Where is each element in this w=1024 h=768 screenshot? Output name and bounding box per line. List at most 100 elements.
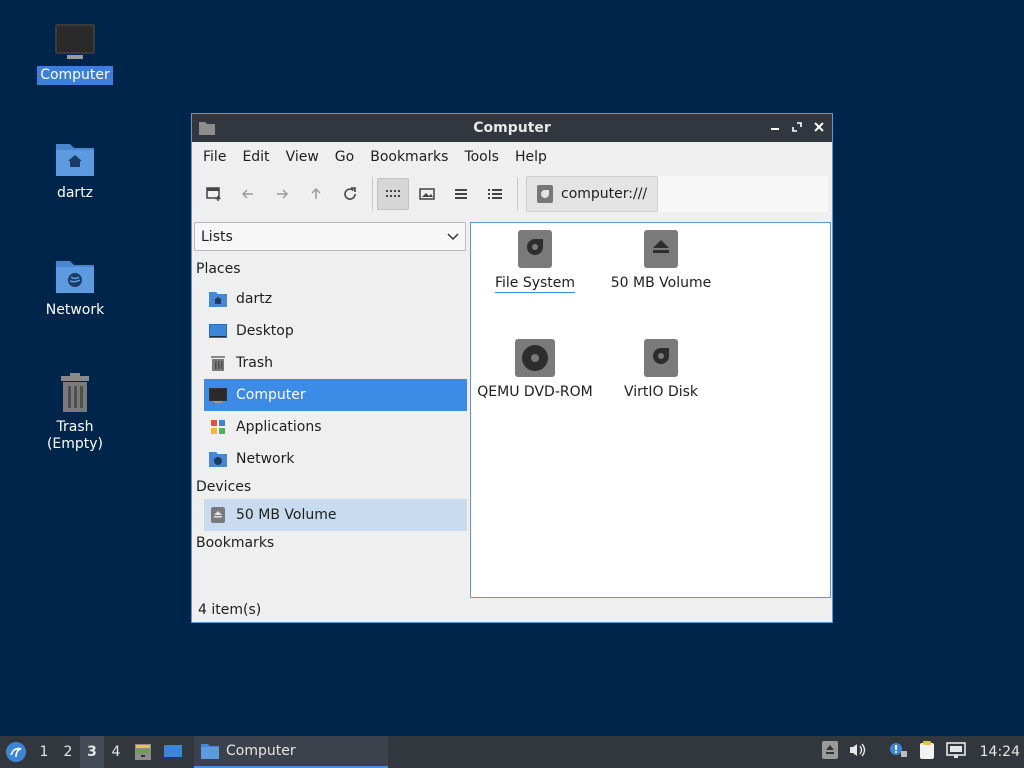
volume-icon[interactable]	[848, 742, 866, 762]
menu-view[interactable]: View	[278, 149, 327, 165]
desktop-icon-dartz[interactable]: dartz	[25, 138, 125, 203]
list-icon	[455, 189, 467, 199]
workspace-3[interactable]: 3	[80, 736, 104, 768]
sidebar-item-50mb-volume[interactable]: 50 MB Volume	[204, 499, 467, 531]
clipboard-icon[interactable]	[918, 740, 936, 764]
file-item-label: File System	[494, 275, 576, 293]
drive-icon	[537, 185, 553, 203]
menu-bookmarks[interactable]: Bookmarks	[362, 149, 456, 165]
detailed-view-button[interactable]	[479, 178, 511, 210]
sidebar-item-label: 50 MB Volume	[236, 507, 337, 523]
system-tray: 14:24	[821, 736, 1024, 768]
sidebar-item-desktop[interactable]: Desktop	[204, 315, 467, 347]
drive-icon	[518, 230, 552, 268]
sidebar-item-label: Trash	[236, 355, 273, 371]
folder-icon	[198, 120, 216, 140]
workspace-2[interactable]: 2	[56, 744, 80, 760]
file-manager-launcher[interactable]	[128, 742, 158, 762]
taskbar: 1 2 3 4 Computer 14:24	[0, 736, 1024, 768]
menu-file[interactable]: File	[195, 149, 234, 165]
file-item-50mb-volume[interactable]: 50 MB Volume	[601, 229, 721, 291]
menu-go[interactable]: Go	[327, 149, 362, 165]
task-button-label: Computer	[226, 743, 296, 759]
new-tab-icon	[206, 187, 221, 201]
menu-tools[interactable]: Tools	[456, 149, 507, 165]
desktop-icon-label: dartz	[56, 185, 94, 201]
detailed-list-icon	[488, 189, 502, 199]
desktop-icon	[164, 745, 182, 759]
file-item-label: QEMU DVD-ROM	[477, 384, 593, 400]
network-status-icon[interactable]	[945, 741, 966, 763]
network-folder-icon	[209, 452, 227, 467]
sidebar-item-network[interactable]: Network	[204, 443, 467, 475]
notification-icon[interactable]	[888, 741, 908, 763]
grid-icon	[386, 190, 400, 197]
sidebar-item-label: Network	[236, 451, 295, 467]
folder-view[interactable]: File System 50 MB Volume QEMU DVD-ROM Vi…	[470, 222, 831, 598]
sidebar-item-dartz[interactable]: dartz	[204, 283, 467, 315]
path-button[interactable]: computer:///	[526, 176, 659, 212]
menu-help[interactable]: Help	[507, 149, 555, 165]
reload-icon	[344, 187, 356, 200]
desktop-icon-computer[interactable]: Computer	[25, 22, 125, 85]
maximize-icon[interactable]	[790, 119, 804, 135]
image-icon	[419, 188, 435, 200]
menu-edit[interactable]: Edit	[234, 149, 277, 165]
removable-drive-icon	[211, 507, 225, 523]
back-button[interactable]	[232, 178, 264, 210]
sidebar-item-trash[interactable]: Trash	[204, 347, 467, 379]
toolbar-path-area	[655, 176, 828, 212]
up-button[interactable]	[300, 178, 332, 210]
start-menu-button[interactable]	[0, 736, 32, 768]
sidebar-item-applications[interactable]: Applications	[204, 411, 467, 443]
eject-icon[interactable]	[821, 741, 838, 763]
minimize-icon[interactable]	[768, 119, 782, 135]
arrow-right-icon	[277, 189, 289, 199]
close-icon[interactable]	[812, 119, 826, 135]
compact-view-button[interactable]	[445, 178, 477, 210]
side-pane-mode-label: Lists	[201, 228, 233, 245]
file-item-virtio-disk[interactable]: VirtIO Disk	[601, 338, 721, 400]
trash-icon	[61, 373, 89, 412]
side-pane: Lists Places dartz Desktop Trash Compute…	[192, 222, 469, 598]
chevron-down-icon	[447, 232, 459, 240]
task-button-computer[interactable]: Computer	[194, 736, 388, 768]
icon-view-button[interactable]	[377, 178, 409, 210]
optical-drive-icon	[515, 339, 555, 377]
desktop-icon-label: Trash (Empty)	[46, 419, 104, 452]
computer-icon	[209, 388, 227, 403]
sidebar-item-computer[interactable]: Computer	[204, 379, 467, 411]
clock[interactable]: 14:24	[980, 744, 1020, 760]
window-body: Lists Places dartz Desktop Trash Compute…	[192, 218, 832, 598]
show-desktop-button[interactable]	[158, 743, 188, 761]
workspace-1[interactable]: 1	[32, 744, 56, 760]
drive-icon	[644, 339, 678, 377]
workspace-4[interactable]: 4	[104, 744, 128, 760]
toolbar: computer:///	[192, 172, 832, 216]
forward-button[interactable]	[266, 178, 298, 210]
devices-heading: Devices	[196, 479, 252, 495]
side-pane-mode-select[interactable]: Lists	[194, 222, 466, 251]
new-tab-button[interactable]	[198, 178, 230, 210]
window-titlebar[interactable]: Computer	[192, 114, 832, 142]
desktop-icon-trash[interactable]: Trash (Empty)	[25, 372, 125, 454]
desktop-icon-label: Computer	[37, 66, 113, 85]
file-item-label: 50 MB Volume	[610, 275, 712, 291]
desktop-icon-network[interactable]: Network	[25, 255, 125, 320]
lubuntu-logo-icon	[6, 742, 26, 762]
file-item-file-system[interactable]: File System	[475, 229, 595, 293]
file-item-qemu-dvd-rom[interactable]: QEMU DVD-ROM	[475, 338, 595, 400]
bookmarks-heading: Bookmarks	[196, 535, 275, 551]
thumbnail-view-button[interactable]	[411, 178, 443, 210]
menubar: File Edit View Go Bookmarks Tools Help	[192, 142, 832, 172]
computer-icon	[55, 24, 95, 59]
folder-icon	[201, 744, 219, 759]
reload-button[interactable]	[334, 178, 366, 210]
file-cabinet-icon	[135, 744, 151, 760]
desktop-icon	[209, 324, 227, 338]
toolbar-separator	[372, 177, 373, 211]
item-count: 4 item(s)	[198, 602, 262, 618]
sidebar-item-label: Desktop	[236, 323, 294, 339]
home-folder-icon	[56, 144, 94, 176]
removable-drive-icon	[644, 230, 678, 268]
